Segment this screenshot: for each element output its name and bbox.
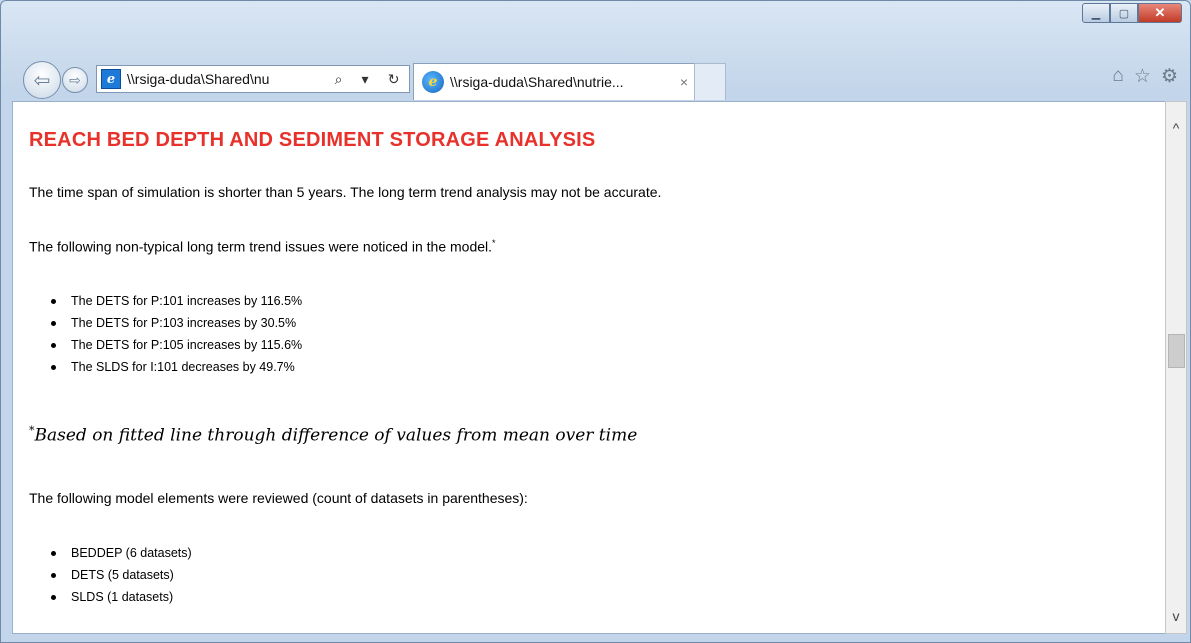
footnote-text: Based on fitted line through difference … [34, 425, 638, 446]
arrow-left-icon: ⇦ [33, 69, 51, 92]
navigation-bar: ⇦ ⇨ e \\rsiga-duda\Shared\nu ⌕ ▾ ↻ e \\r… [1, 57, 1190, 101]
minimize-button[interactable]: ▁ [1082, 3, 1110, 23]
chevron-down-icon[interactable]: ▾ [362, 71, 369, 88]
arrow-right-icon: ⇨ [69, 71, 81, 88]
search-icon[interactable]: ⌕ [335, 71, 343, 88]
ie-logo-icon: e [422, 71, 444, 93]
gear-icon[interactable]: ⚙ [1161, 65, 1178, 88]
window-controls: ▁ ▢ ✕ [1082, 3, 1182, 23]
footnote: *Based on fitted line through difference… [29, 424, 637, 446]
scrollbar-thumb[interactable] [1168, 334, 1185, 368]
list-item: The DETS for P:101 increases by 116.5% [50, 290, 302, 312]
home-icon[interactable]: ⌂ [1112, 65, 1123, 88]
favorites-star-icon[interactable]: ☆ [1134, 65, 1151, 88]
browser-window: ▁ ▢ ✕ ⇦ ⇨ e \\rsiga-duda\Shared\nu ⌕ ▾ ↻… [0, 0, 1191, 643]
reviewed-intro: The following model elements were review… [29, 490, 528, 506]
new-tab-button[interactable] [694, 63, 726, 100]
issues-intro: The following non-typical long term tren… [29, 238, 496, 255]
browser-toolbar: ⌂ ☆ ⚙ [1112, 65, 1178, 88]
timespan-note: The time span of simulation is shorter t… [29, 184, 662, 200]
address-url[interactable]: \\rsiga-duda\Shared\nu [127, 71, 325, 87]
page-title: REACH BED DEPTH AND SEDIMENT STORAGE ANA… [29, 129, 596, 151]
tab-close-icon[interactable]: × [674, 74, 694, 90]
scroll-up-icon[interactable]: ^ [1166, 120, 1186, 136]
refresh-icon[interactable]: ↻ [388, 71, 400, 88]
close-window-button[interactable]: ✕ [1138, 3, 1182, 23]
issues-list: The DETS for P:101 increases by 116.5% T… [50, 290, 302, 378]
list-item: SLDS (1 datasets) [51, 586, 192, 608]
tab-title: \\rsiga-duda\Shared\nutrie... [450, 74, 624, 90]
forward-button[interactable]: ⇨ [62, 67, 88, 93]
reviewed-list: BEDDEP (6 datasets) DETS (5 datasets) SL… [51, 542, 192, 608]
issues-intro-text: The following non-typical long term tren… [29, 238, 493, 255]
list-item: DETS (5 datasets) [51, 564, 192, 586]
list-item: The DETS for P:105 increases by 115.6% [50, 334, 302, 356]
back-button[interactable]: ⇦ [23, 61, 61, 99]
maximize-button[interactable]: ▢ [1110, 3, 1138, 23]
ie-page-icon: e [101, 69, 121, 89]
browser-tab[interactable]: e \\rsiga-duda\Shared\nutrie... × [413, 63, 695, 100]
vertical-scrollbar[interactable]: ^ v [1165, 101, 1187, 634]
address-tools: ⌕ ▾ ↻ [325, 71, 409, 88]
issues-footnote-marker: * [492, 238, 496, 248]
list-item: BEDDEP (6 datasets) [51, 542, 192, 564]
list-item: The DETS for P:103 increases by 30.5% [50, 312, 302, 334]
list-item: The SLDS for I:101 decreases by 49.7% [50, 356, 302, 378]
scroll-down-icon[interactable]: v [1166, 608, 1186, 624]
address-bar[interactable]: e \\rsiga-duda\Shared\nu ⌕ ▾ ↻ [96, 65, 410, 93]
page-content: REACH BED DEPTH AND SEDIMENT STORAGE ANA… [12, 101, 1166, 634]
